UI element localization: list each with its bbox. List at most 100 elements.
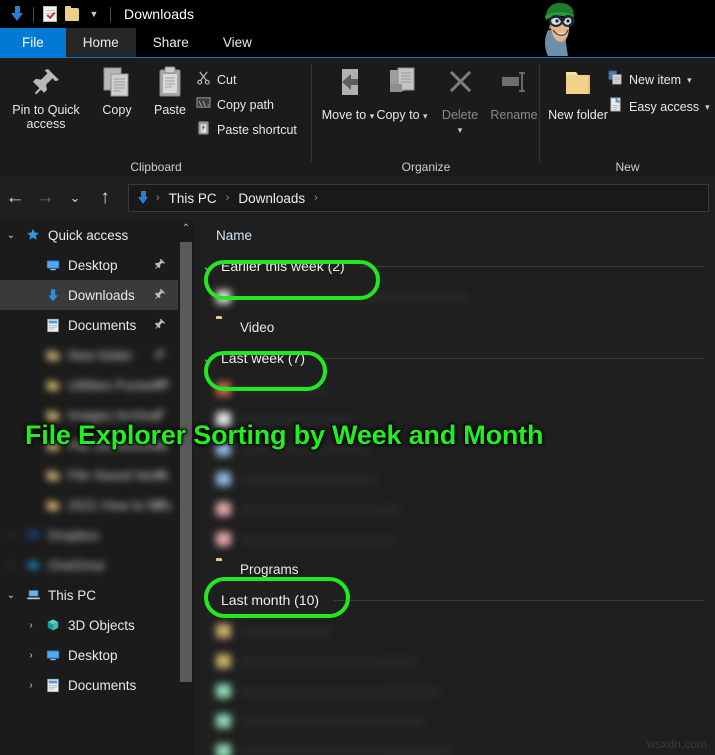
file-type-icon [216, 382, 231, 396]
file-group-header[interactable]: ⌄ Last week (7) [194, 342, 715, 374]
file-list-item[interactable] [194, 282, 715, 312]
pin-icon[interactable] [154, 348, 166, 363]
file-list-item[interactable] [194, 676, 715, 706]
pin-icon[interactable] [154, 258, 166, 273]
breadcrumb-sep-2[interactable]: › [312, 192, 320, 204]
sidebar-item-label: Desktop [68, 647, 118, 663]
column-header-name[interactable]: Name [216, 228, 252, 243]
tab-home[interactable]: Home [65, 28, 136, 57]
recent-locations-button[interactable]: ⌄ [60, 183, 90, 213]
copy-to-button[interactable]: Copy to ▾ [370, 64, 434, 123]
sidebar-item-desktop[interactable]: Desktop [0, 250, 178, 280]
sidebar-item-downloads[interactable]: Downloads [0, 280, 178, 310]
file-list-item[interactable] [194, 706, 715, 736]
file-group-header[interactable]: ⌄ Earlier this week (2) [194, 250, 715, 282]
downloads-arrow-icon [6, 3, 28, 25]
sidebar-item-new-folder[interactable]: New folder [0, 340, 178, 370]
navigation-pane[interactable]: ⌄ Quick access Desktop Downloads Documents Ne… [0, 220, 178, 755]
file-list-item[interactable] [194, 736, 715, 755]
chevron-down-icon[interactable]: ⌄ [200, 594, 214, 607]
desktop-icon [42, 648, 64, 662]
pin-to-quick-access-label: Pin to Quick access [12, 103, 80, 131]
column-header-row[interactable]: Name [194, 220, 715, 250]
file-group-header[interactable]: ⌄ Last month (10) [194, 584, 715, 616]
sidebar-item-documents[interactable]: › Documents [0, 670, 178, 700]
file-type-icon [216, 532, 231, 546]
expander-icon[interactable]: › [20, 680, 42, 691]
paste-button[interactable]: Paste [138, 64, 202, 117]
sidebar-item-label: 3D Objects [68, 617, 135, 633]
expander-icon[interactable]: › [20, 650, 42, 661]
annotation-overlay-text: File Explorer Sorting by Week and Month [24, 419, 544, 451]
up-button[interactable]: ↑ [90, 183, 120, 213]
copy-icon [99, 64, 135, 100]
file-type-icon [216, 502, 231, 516]
new-item-button[interactable]: New item ▾ [608, 70, 692, 90]
file-list-item[interactable] [194, 374, 715, 404]
sidebar-item-utilities-pocket-p[interactable]: Utilities Pocket-P [0, 370, 178, 400]
pin-to-quick-access-button[interactable]: Pin to Quick access [8, 64, 84, 131]
navpane-scrollbar[interactable]: ⌃ [178, 220, 194, 755]
expander-icon[interactable]: ⌄ [0, 230, 22, 241]
file-list-item[interactable]: Video [194, 312, 715, 342]
pin-icon[interactable] [154, 378, 166, 393]
scroll-up-arrow-icon[interactable]: ⌃ [178, 220, 194, 237]
sidebar-item-onedrive[interactable]: › OneDrive [0, 550, 178, 580]
breadcrumb-this-pc[interactable]: This PC [164, 191, 222, 206]
properties-doc-icon[interactable] [39, 3, 61, 25]
chevron-down-icon[interactable]: ⌄ [200, 352, 214, 365]
sidebar-item-desktop[interactable]: › Desktop [0, 640, 178, 670]
breadcrumb-sep-1[interactable]: › [224, 192, 232, 204]
file-list-item[interactable] [194, 616, 715, 646]
file-list-item[interactable]: Programs [194, 554, 715, 584]
customize-chevron-icon[interactable]: ▼ [83, 3, 105, 25]
new-folder-button[interactable]: New folder [546, 64, 610, 122]
cut-button[interactable]: Cut [196, 70, 236, 90]
tab-view[interactable]: View [206, 28, 269, 57]
expander-icon[interactable]: › [0, 560, 22, 571]
tab-share[interactable]: Share [136, 28, 206, 57]
folder-icon [42, 468, 64, 482]
group-divider [359, 265, 705, 267]
breadcrumb[interactable]: › This PC › Downloads › [128, 184, 709, 212]
pin-icon[interactable] [154, 318, 166, 333]
breadcrumb-downloads[interactable]: Downloads [233, 191, 310, 206]
expander-icon[interactable]: › [0, 530, 22, 541]
pin-icon[interactable] [154, 288, 166, 303]
file-list-item[interactable] [194, 524, 715, 554]
pin-icon[interactable] [154, 468, 166, 483]
expander-icon[interactable]: ⌄ [0, 590, 22, 601]
sidebar-item-3d-objects[interactable]: › 3D Objects [0, 610, 178, 640]
chevron-down-icon[interactable]: ⌄ [200, 260, 214, 273]
file-list-item[interactable] [194, 646, 715, 676]
rename-label: Rename [490, 108, 538, 122]
tab-file[interactable]: File [0, 28, 66, 57]
delete-label: Delete ▾ [441, 108, 479, 135]
file-list-item[interactable] [194, 494, 715, 524]
chevron-down-icon-3: ▾ [457, 125, 463, 135]
sidebar-item-2021-how-to-files[interactable]: 2021 How to files [0, 490, 178, 520]
copy-path-icon: \\.. [196, 95, 214, 115]
sidebar-item-documents[interactable]: Documents [0, 310, 178, 340]
sidebar-item-label: Quick access [48, 227, 129, 243]
sidebar-item-file-saved-items[interactable]: File Saved Items [0, 460, 178, 490]
file-list-item[interactable] [194, 464, 715, 494]
move-to-icon [330, 64, 366, 105]
file-list-pane[interactable]: Name ⌄ Earlier this week (2) Video ⌄ Last w… [194, 220, 715, 755]
expander-icon[interactable]: › [20, 620, 42, 631]
rename-button[interactable]: Rename [482, 64, 546, 122]
easy-access-button[interactable]: Easy access ▾ [608, 97, 710, 117]
new-folder-icon[interactable] [61, 3, 83, 25]
sidebar-item-this-pc[interactable]: ⌄ This PC [0, 580, 178, 610]
chevron-down-icon-2: ▾ [423, 111, 428, 121]
scrollbar-thumb[interactable] [180, 242, 192, 682]
back-button[interactable]: ← [0, 183, 30, 213]
pin-icon[interactable] [154, 498, 166, 513]
forward-button[interactable]: → [30, 183, 60, 213]
sidebar-item-dropbox[interactable]: › Dropbox [0, 520, 178, 550]
copy-path-button[interactable]: \\.. Copy path [196, 95, 274, 115]
documents-icon [42, 318, 64, 333]
sidebar-item-quick-access[interactable]: ⌄ Quick access [0, 220, 178, 250]
paste-shortcut-button[interactable]: Paste shortcut [196, 120, 297, 140]
new-folder-label: New folder [548, 108, 608, 122]
